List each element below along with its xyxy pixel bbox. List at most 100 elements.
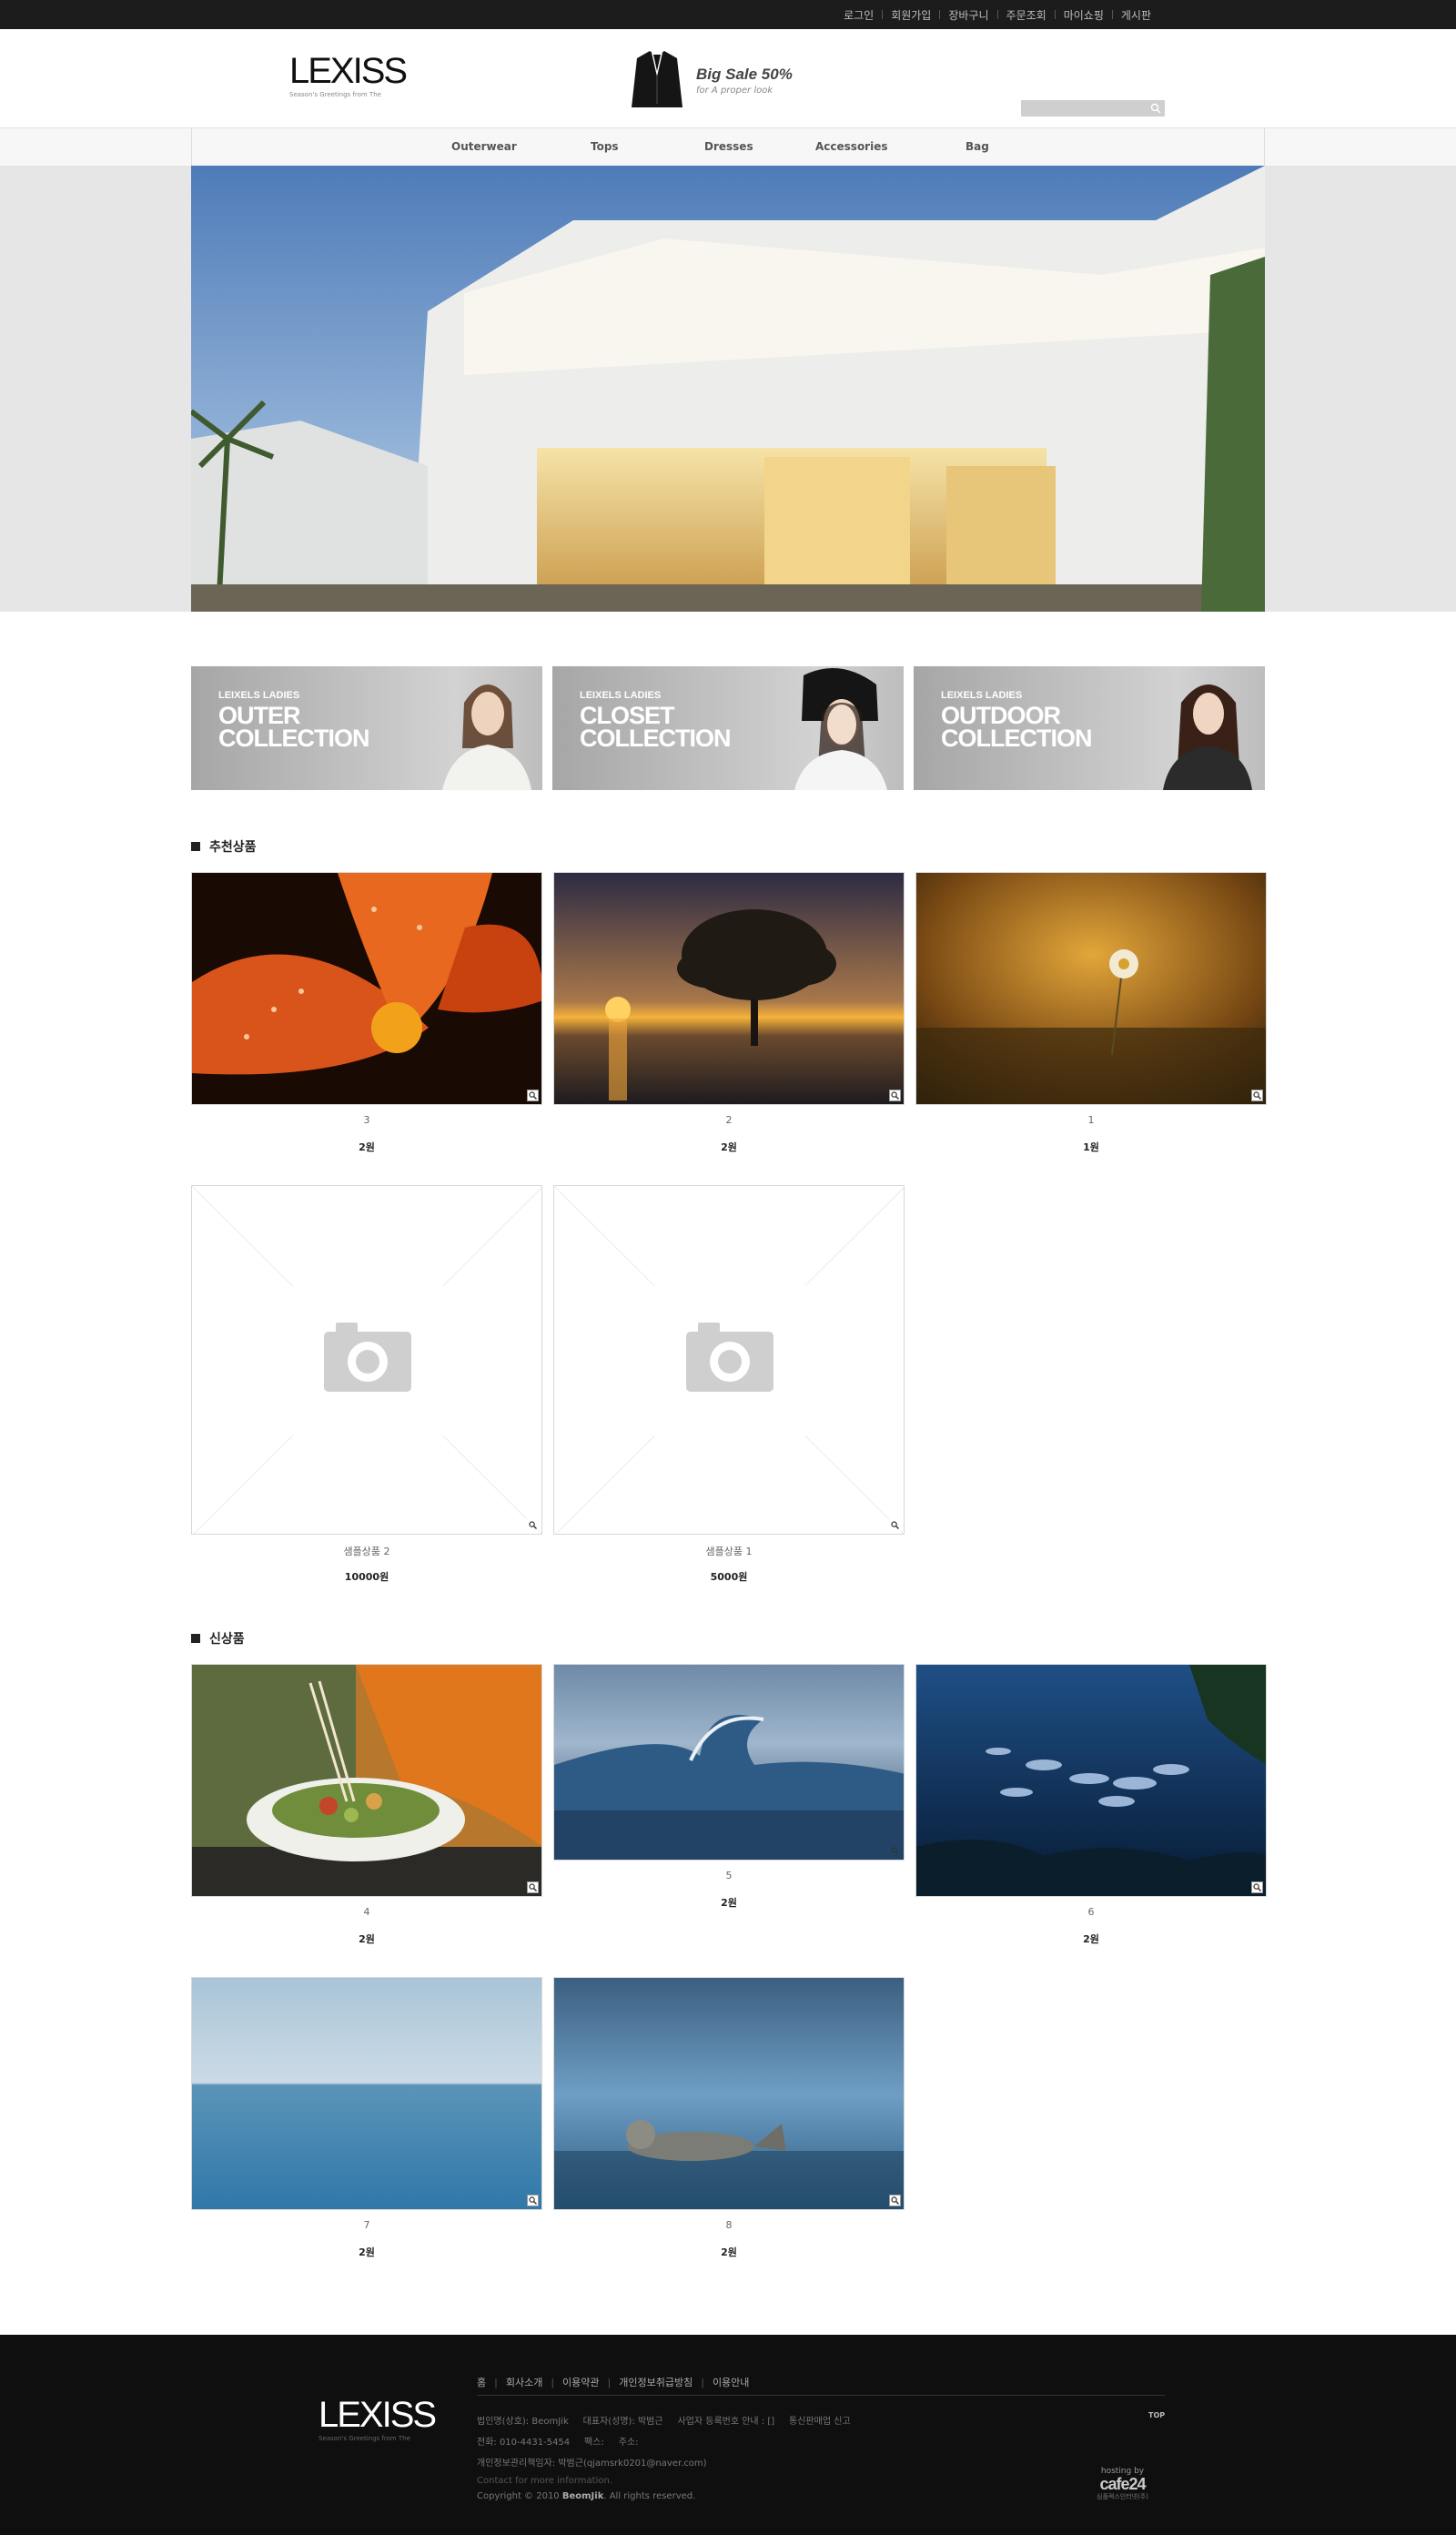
product-card[interactable]: 8 2원 xyxy=(553,1977,905,2259)
product-name[interactable]: 샘플상품 2 xyxy=(191,1544,542,1557)
divider: | xyxy=(701,2376,704,2388)
product-image[interactable] xyxy=(915,872,1267,1105)
closet-collection-banner[interactable]: LEIXELS LADIES CLOSET COLLECTION xyxy=(552,666,904,790)
outdoor-collection-banner[interactable]: LEIXELS LADIES OUTDOOR COLLECTION xyxy=(914,666,1265,790)
product-image[interactable] xyxy=(553,872,905,1105)
footer-logo[interactable]: LEXISS Season's Greetings from The xyxy=(318,2397,437,2442)
zoom-icon[interactable] xyxy=(1251,1090,1263,1101)
logo-text: LEXISS xyxy=(289,51,408,91)
product-card[interactable]: 5 2원 xyxy=(553,1664,905,1910)
footer-guide-link[interactable]: 이용안내 xyxy=(713,2375,749,2389)
product-image-placeholder[interactable] xyxy=(191,1185,542,1535)
product-card[interactable]: 샘플상품 2 10000원 xyxy=(191,1185,542,1584)
product-price: 2원 xyxy=(721,2246,737,2258)
product-image[interactable] xyxy=(191,872,542,1105)
footer-terms-link[interactable]: 이용약관 xyxy=(562,2375,599,2389)
my-shopping-link[interactable]: 마이쇼핑 xyxy=(1056,7,1112,23)
product-card[interactable]: 7 2원 xyxy=(191,1977,542,2259)
main-nav-bar: Outerwear Tops Dresses Accessories Bag xyxy=(0,127,1456,167)
zoom-icon[interactable] xyxy=(889,1519,901,1531)
zoom-icon[interactable] xyxy=(527,1881,539,1893)
banner-title-line2: COLLECTION xyxy=(218,725,369,752)
product-name[interactable]: 2 xyxy=(553,1114,905,1127)
zoom-icon[interactable] xyxy=(1251,1881,1263,1893)
copyright-suffix: . All rights reserved. xyxy=(603,2491,696,2501)
product-price: 2원 xyxy=(1083,1933,1099,1945)
product-price: 2원 xyxy=(721,1897,737,1909)
product-card[interactable]: 샘플상품 1 5000원 xyxy=(553,1185,905,1584)
search-input[interactable] xyxy=(1021,103,1145,119)
cart-link[interactable]: 장바구니 xyxy=(940,7,996,23)
product-card[interactable]: 1 1원 xyxy=(915,872,1267,1154)
copyright-brand: BeomJik xyxy=(561,2491,604,2501)
model-photo xyxy=(1163,684,1252,790)
zoom-icon[interactable] xyxy=(889,1090,901,1101)
nav-bag[interactable]: Bag xyxy=(966,140,989,153)
model-photo xyxy=(794,668,887,790)
camera-icon xyxy=(324,1323,411,1392)
join-link[interactable]: 회원가입 xyxy=(883,7,939,23)
nav-dresses[interactable]: Dresses xyxy=(704,140,753,153)
divider: | xyxy=(607,2376,612,2388)
footer-about-link[interactable]: 회사소개 xyxy=(506,2375,542,2389)
promo-banner[interactable]: Big Sale 50% for A proper look xyxy=(624,47,815,113)
footer-privacy-link[interactable]: 개인정보취급방침 xyxy=(619,2375,693,2389)
product-image[interactable] xyxy=(553,1664,905,1861)
zoom-icon[interactable] xyxy=(889,2195,901,2206)
top-menu: 로그인 회원가입 장바구니 주문조회 마이쇼핑 게시판 xyxy=(835,0,1159,29)
product-card[interactable]: 4 2원 xyxy=(191,1664,542,1946)
footer-logo-tagline: Season's Greetings from The xyxy=(318,2435,410,2442)
copyright: Copyright © 2010 BeomJik. All rights res… xyxy=(477,2491,695,2501)
product-name[interactable]: 7 xyxy=(191,2219,542,2232)
product-name[interactable]: 1 xyxy=(915,1114,1267,1127)
hosting-company: 심플렉스인터넷(주) xyxy=(1097,2493,1148,2500)
divider: | xyxy=(494,2376,498,2388)
product-image-placeholder[interactable] xyxy=(553,1185,905,1535)
collection-banners: LEIXELS LADIES OUTER COLLECTION LEIXELS L… xyxy=(191,666,1265,790)
product-card[interactable]: 3 2원 xyxy=(191,872,542,1154)
order-lookup-link[interactable]: 주문조회 xyxy=(998,7,1055,23)
product-name[interactable]: 5 xyxy=(553,1870,905,1882)
hosting-badge[interactable]: hosting by cafe24 심플렉스인터넷(주) xyxy=(1097,2467,1148,2501)
product-image[interactable] xyxy=(191,1664,542,1897)
nav-tops[interactable]: Tops xyxy=(591,140,619,153)
footer-menu: 홈 | 회사소개 | 이용약관 | 개인정보취급방침 | 이용안내 xyxy=(477,2375,749,2389)
footer-home-link[interactable]: 홈 xyxy=(477,2375,486,2389)
site-logo[interactable]: LEXISS Season's Greetings from The xyxy=(289,51,408,107)
footer-divider xyxy=(477,2395,1165,2396)
product-card[interactable]: 6 2원 xyxy=(915,1664,1267,1946)
section-title-new: 신상품 xyxy=(191,1629,245,1648)
nav-outerwear[interactable]: Outerwear xyxy=(451,140,517,153)
product-image[interactable] xyxy=(915,1664,1267,1897)
product-name[interactable]: 6 xyxy=(915,1906,1267,1919)
bullet-square xyxy=(191,842,200,851)
search-icon[interactable] xyxy=(1150,103,1161,114)
scroll-top-button[interactable]: TOP xyxy=(1148,2411,1165,2419)
zoom-icon[interactable] xyxy=(527,1519,539,1531)
zoom-icon[interactable] xyxy=(527,2195,539,2206)
product-name[interactable]: 샘플상품 1 xyxy=(553,1544,905,1557)
login-link[interactable]: 로그인 xyxy=(835,7,882,23)
logo-tagline: Season's Greetings from The xyxy=(289,91,381,98)
product-price: 2원 xyxy=(359,1141,375,1153)
banner-label: LEIXELS LADIES xyxy=(218,690,300,701)
outer-collection-banner[interactable]: LEIXELS LADIES OUTER COLLECTION xyxy=(191,666,542,790)
banner-title: OUTDOOR COLLECTION xyxy=(941,704,1105,751)
product-name[interactable]: 3 xyxy=(191,1114,542,1127)
contact-info: 전화: 010-4431-5454 팩스: 주소: xyxy=(477,2438,639,2448)
product-name[interactable]: 4 xyxy=(191,1906,542,1919)
board-link[interactable]: 게시판 xyxy=(1113,7,1159,23)
banner-title: OUTER COLLECTION xyxy=(218,704,382,752)
product-price: 2원 xyxy=(359,1933,375,1945)
nav-accessories[interactable]: Accessories xyxy=(815,140,888,153)
product-image[interactable] xyxy=(553,1977,905,2210)
product-price: 5000원 xyxy=(710,1571,748,1583)
copyright-prefix: Copyright © 2010 xyxy=(477,2491,562,2501)
product-price: 10000원 xyxy=(344,1571,389,1583)
product-image[interactable] xyxy=(191,1977,542,2210)
section-title-text: 신상품 xyxy=(209,1632,245,1647)
zoom-icon[interactable] xyxy=(889,1845,901,1857)
zoom-icon[interactable] xyxy=(527,1090,539,1101)
product-card[interactable]: 2 2원 xyxy=(553,872,905,1154)
product-name[interactable]: 8 xyxy=(553,2219,905,2232)
